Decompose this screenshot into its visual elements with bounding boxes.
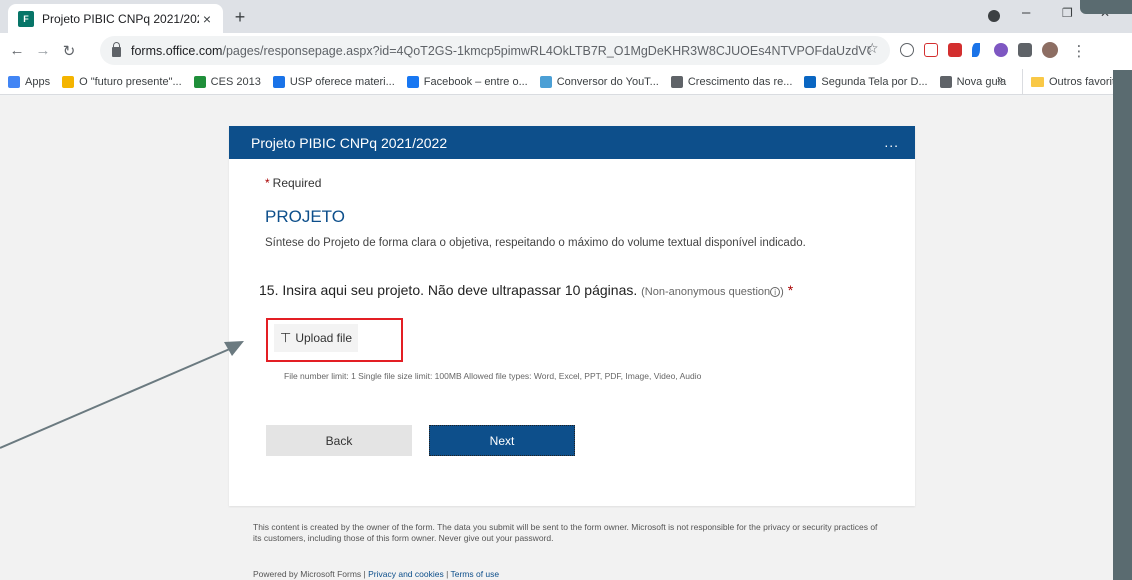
section-description: Síntese do Projeto de forma clara o obje… — [265, 237, 806, 249]
bookmark-item[interactable]: Segunda Tela por D... — [804, 75, 928, 88]
required-star: * — [265, 176, 270, 190]
bookmark-item[interactable]: Apps — [8, 75, 50, 88]
footer-disclaimer: This content is created by the owner of … — [253, 522, 878, 543]
bookmark-favicon-icon — [193, 75, 206, 88]
gear-extension-icon[interactable] — [994, 43, 1008, 57]
pocket-extension-icon[interactable] — [924, 43, 938, 57]
bookmark-item[interactable]: O "futuro presente"... — [62, 75, 182, 88]
facebook-icon — [406, 75, 419, 88]
browser-tab[interactable]: F Projeto PIBIC CNPq 2021/2022 × — [8, 4, 223, 33]
form-title: Projeto PIBIC CNPq 2021/2022 — [251, 134, 448, 151]
tab-strip: F Projeto PIBIC CNPq 2021/2022 × + – ❐ ✕ — [0, 0, 1132, 33]
restore-button[interactable]: ❐ — [1062, 6, 1073, 20]
upload-file-button[interactable]: ⊤ Upload file — [274, 324, 358, 352]
terms-link[interactable]: Terms of use — [450, 569, 499, 579]
bookmark-item[interactable]: Crescimento das re... — [670, 75, 792, 88]
bookmark-favicon-icon — [272, 75, 285, 88]
feather-extension-icon[interactable] — [972, 43, 980, 57]
info-icon[interactable]: i — [770, 287, 781, 298]
form-footer: This content is created by the owner of … — [229, 508, 915, 580]
required-star: * — [787, 282, 794, 298]
bookmark-item[interactable]: Facebook – entre o... — [406, 75, 528, 88]
bookmarks-bar: Apps O "futuro presente"... CES 2013 USP… — [0, 69, 1132, 95]
bookmarks-overflow-button[interactable]: » — [997, 74, 1003, 86]
back-button[interactable]: Back — [266, 425, 412, 456]
upload-icon: ⊤ — [279, 330, 292, 345]
bookmark-favicon-icon — [62, 75, 75, 88]
tab-title: Projeto PIBIC CNPq 2021/2022 — [42, 11, 199, 26]
upload-limits-text: File number limit: 1 Single file size li… — [284, 371, 702, 381]
pdf-extension-icon[interactable] — [948, 43, 962, 57]
folder-icon — [1031, 77, 1044, 87]
globe-icon — [670, 75, 683, 88]
other-bookmarks-folder[interactable]: Outros favoritos — [1022, 69, 1127, 95]
forward-arrow-icon[interactable]: → — [34, 42, 52, 59]
menu-dots-icon[interactable]: ⋮ — [1070, 42, 1088, 60]
next-button[interactable]: Next — [429, 425, 575, 456]
url-text: forms.office.com/pages/responsepage.aspx… — [131, 43, 871, 58]
page-content: Projeto PIBIC CNPq 2021/2022 ... * Requir… — [0, 96, 1113, 580]
decorative-shape — [1113, 70, 1132, 580]
form-header: Projeto PIBIC CNPq 2021/2022 ... — [229, 126, 915, 159]
browser-toolbar: ← → ↻ forms.office.com/pages/responsepag… — [0, 33, 1132, 69]
profile-icon[interactable] — [988, 10, 1000, 22]
question-title: 15. Insira aqui seu projeto. Não deve ul… — [259, 282, 794, 298]
reload-icon[interactable]: ↻ — [60, 42, 78, 60]
puzzle-extension-icon[interactable] — [1018, 43, 1032, 57]
lock-icon — [112, 42, 121, 57]
bookmark-star-icon[interactable]: ☆ — [866, 40, 879, 57]
bookmark-item[interactable]: Conversor do YouT... — [539, 75, 659, 88]
forms-favicon-icon: F — [18, 10, 34, 27]
required-note: * Required — [265, 176, 322, 190]
avatar[interactable] — [1042, 42, 1058, 58]
address-bar[interactable]: forms.office.com/pages/responsepage.aspx… — [100, 36, 890, 65]
tab-close-icon[interactable]: × — [199, 11, 215, 27]
back-arrow-icon[interactable]: ← — [8, 42, 26, 59]
apps-grid-icon — [8, 75, 20, 88]
new-tab-button[interactable]: + — [230, 7, 250, 28]
section-title: PROJETO — [265, 207, 345, 226]
linkedin-icon — [804, 75, 817, 88]
form-card: Projeto PIBIC CNPq 2021/2022 ... * Requir… — [229, 126, 915, 506]
more-options-icon[interactable]: ... — [884, 134, 899, 150]
globe-icon — [939, 75, 952, 88]
decorative-shape — [1080, 0, 1132, 14]
shield-extension-icon[interactable] — [900, 43, 914, 57]
minimize-button[interactable]: – — [1022, 4, 1030, 21]
bookmark-item[interactable]: CES 2013 — [193, 75, 261, 88]
bookmark-item[interactable]: USP oferece materi... — [272, 75, 395, 88]
bookmark-favicon-icon — [539, 75, 552, 88]
footer-links: Powered by Microsoft Forms | Privacy and… — [253, 569, 500, 579]
privacy-link[interactable]: Privacy and cookies — [368, 569, 444, 579]
